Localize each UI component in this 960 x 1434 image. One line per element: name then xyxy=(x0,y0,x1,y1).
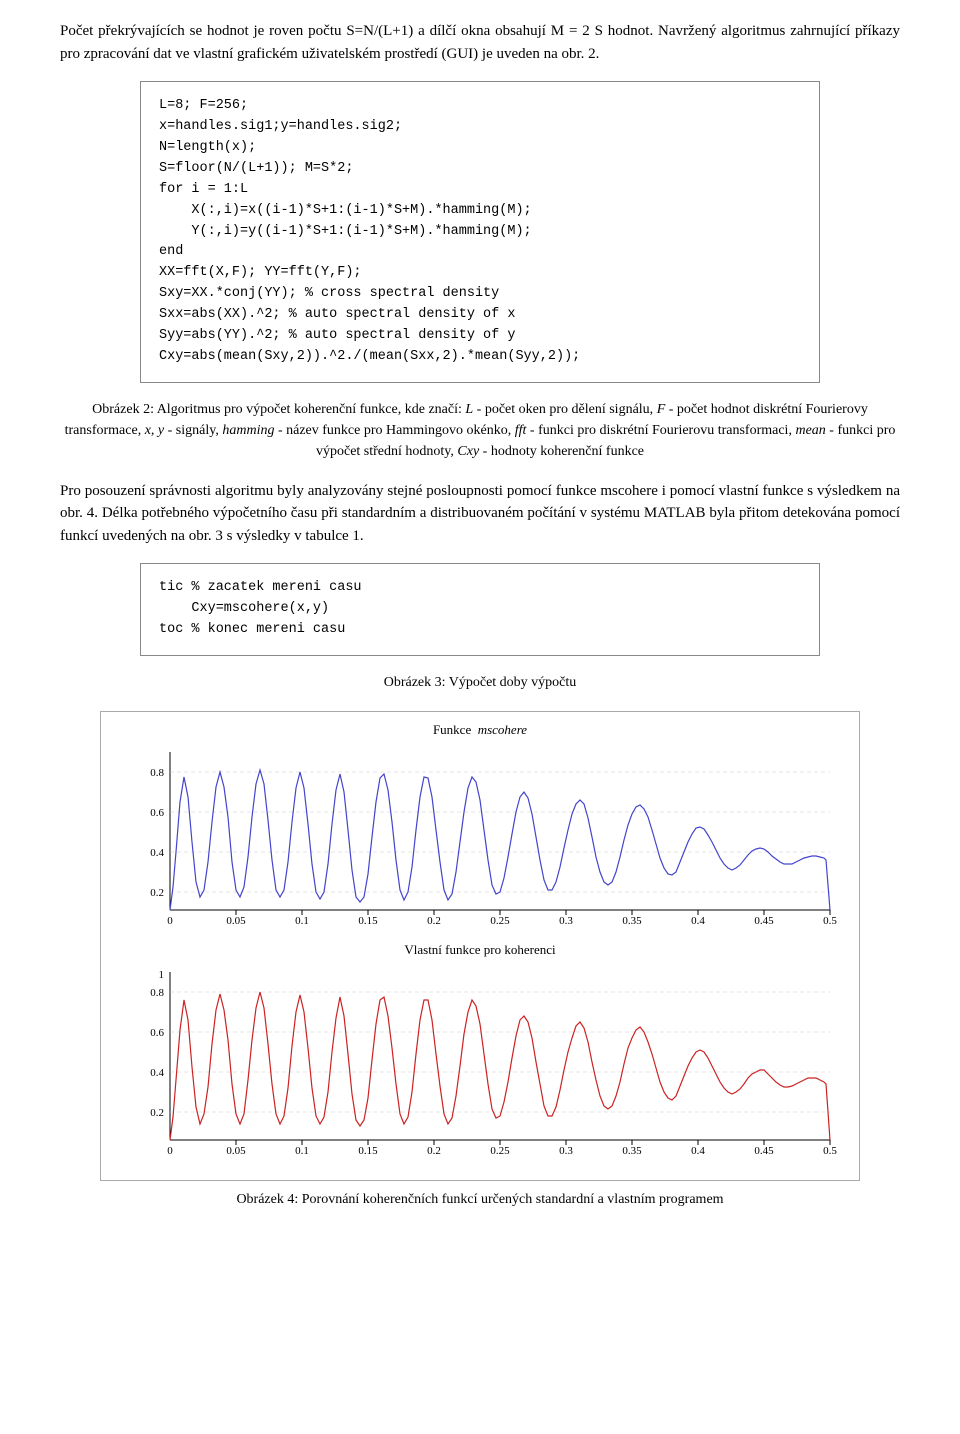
svg-text:0.1: 0.1 xyxy=(295,1145,309,1157)
svg-text:0.15: 0.15 xyxy=(358,1145,378,1157)
caption-text-3: Obrázek 3: Výpočet doby výpočtu xyxy=(384,675,577,690)
svg-text:0.4: 0.4 xyxy=(150,1067,164,1079)
svg-text:0.3: 0.3 xyxy=(559,1145,573,1157)
svg-text:0.5: 0.5 xyxy=(823,1145,837,1157)
svg-text:0: 0 xyxy=(167,915,173,927)
svg-text:0.2: 0.2 xyxy=(427,1145,441,1157)
svg-text:1: 1 xyxy=(159,969,165,981)
svg-text:0.4: 0.4 xyxy=(150,847,164,859)
svg-text:0.35: 0.35 xyxy=(622,1145,642,1157)
charts-container: Funkce mscohere 0.8 0.6 0.4 0.2 0 0.05 0… xyxy=(100,711,860,1181)
chart-2-signal xyxy=(170,992,830,1140)
code-text-2: tic % zacatek mereni casu Cxy=mscohere(x… xyxy=(140,563,820,656)
code-text-1: L=8; F=256; x=handles.sig1;y=handles.sig… xyxy=(140,81,820,383)
svg-text:0.4: 0.4 xyxy=(691,915,705,927)
figure-2-caption: Obrázek 2: Algoritmus pro výpočet kohere… xyxy=(60,399,900,462)
svg-text:0: 0 xyxy=(167,1145,173,1157)
svg-text:0.25: 0.25 xyxy=(490,915,510,927)
svg-text:0.4: 0.4 xyxy=(691,1145,705,1157)
svg-text:0.45: 0.45 xyxy=(754,915,774,927)
caption-prefix-2: Obrázek 2: Algoritmus pro výpočet kohere… xyxy=(65,402,896,459)
chart-1-signal xyxy=(170,770,830,910)
svg-text:0.8: 0.8 xyxy=(150,767,164,779)
chart-2-svg: 1 0.8 0.6 0.4 0.2 0 0.05 0.1 0.15 0.2 0.… xyxy=(120,962,840,1172)
svg-text:0.8: 0.8 xyxy=(150,987,164,999)
caption-text-4: Obrázek 4: Porovnání koherenčních funkcí… xyxy=(236,1192,723,1207)
svg-text:0.6: 0.6 xyxy=(150,1027,164,1039)
chart-1-svg: 0.8 0.6 0.4 0.2 0 0.05 0.1 0.15 0.2 0.25… xyxy=(120,742,840,942)
svg-text:0.15: 0.15 xyxy=(358,915,378,927)
code-block-1: L=8; F=256; x=handles.sig1;y=handles.sig… xyxy=(60,81,900,383)
figure-3-caption: Obrázek 3: Výpočet doby výpočtu xyxy=(60,672,900,693)
svg-text:0.35: 0.35 xyxy=(622,915,642,927)
chart-2-title: Vlastní funkce pro koherenci xyxy=(111,942,849,958)
code-block-2: tic % zacatek mereni casu Cxy=mscohere(x… xyxy=(60,563,900,656)
svg-text:0.05: 0.05 xyxy=(226,915,246,927)
svg-text:0.5: 0.5 xyxy=(823,915,837,927)
svg-text:0.2: 0.2 xyxy=(150,1107,164,1119)
svg-text:0.1: 0.1 xyxy=(295,915,309,927)
page-content: Počet překrývajících se hodnot je roven … xyxy=(60,20,900,1210)
chart-1-title-italic: mscohere xyxy=(478,722,527,737)
svg-text:0.6: 0.6 xyxy=(150,807,164,819)
chart-1-title: Funkce mscohere xyxy=(111,722,849,738)
paragraph-1: Počet překrývajících se hodnot je roven … xyxy=(60,20,900,65)
paragraph-3: Pro posouzení správnosti algoritmu byly … xyxy=(60,480,900,548)
svg-text:0.25: 0.25 xyxy=(490,1145,510,1157)
svg-text:0.3: 0.3 xyxy=(559,915,573,927)
svg-text:0.45: 0.45 xyxy=(754,1145,774,1157)
svg-text:0.2: 0.2 xyxy=(427,915,441,927)
figure-4-caption: Obrázek 4: Porovnání koherenčních funkcí… xyxy=(60,1189,900,1210)
svg-text:0.05: 0.05 xyxy=(226,1145,246,1157)
svg-text:0.2: 0.2 xyxy=(150,887,164,899)
